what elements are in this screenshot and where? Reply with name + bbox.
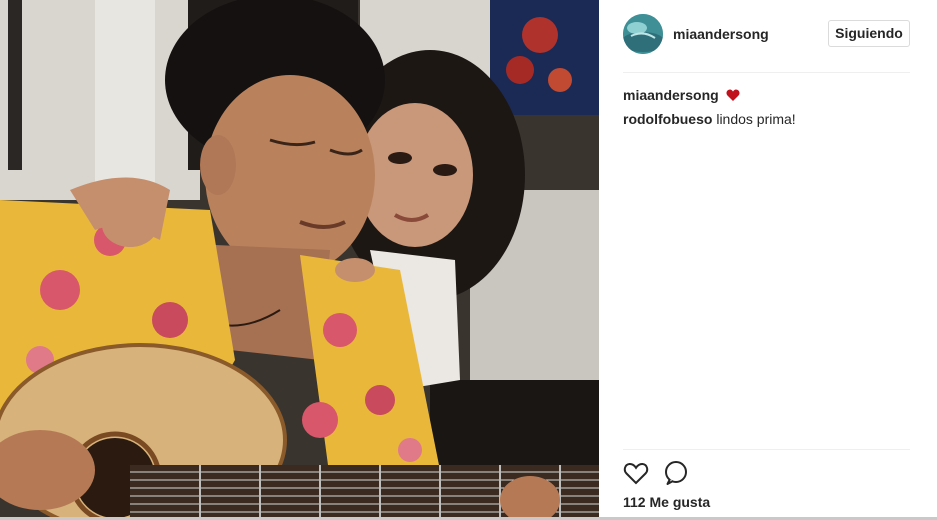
header-divider	[623, 72, 910, 73]
comment-item: rodolfobueso lindos prima!	[623, 110, 910, 128]
post-photo[interactable]	[0, 0, 599, 520]
heart-outline-icon[interactable]	[623, 460, 649, 486]
post-header: miaandersong Siguiendo	[599, 0, 937, 72]
red-heart-icon	[726, 89, 740, 101]
avatar-ocean-icon	[623, 14, 663, 54]
likes-count[interactable]: 112 Me gusta	[623, 494, 710, 510]
comment-item: miaandersong	[623, 86, 910, 104]
avatar[interactable]	[623, 14, 663, 54]
comments-list: miaandersong rodolfobueso lindos prima!	[623, 86, 910, 134]
post-details-panel: miaandersong Siguiendo miaandersong rodo…	[599, 0, 937, 520]
header-username[interactable]: miaandersong	[673, 26, 769, 42]
comment-text: lindos prima!	[716, 111, 796, 127]
speech-bubble-icon[interactable]	[663, 460, 689, 486]
comment-author[interactable]: rodolfobueso	[623, 111, 712, 127]
actions-divider	[623, 449, 910, 450]
comment-author[interactable]: miaandersong	[623, 87, 719, 103]
post-photo-illustration	[0, 0, 599, 520]
following-button[interactable]: Siguiendo	[828, 20, 910, 47]
